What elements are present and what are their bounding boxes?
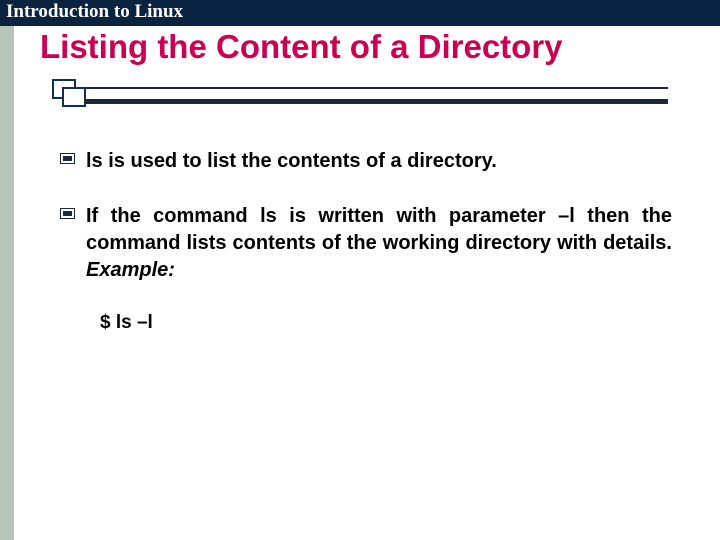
bullet-item: If the command ls is written with parame…: [60, 203, 672, 284]
title-rule-thick: [86, 99, 668, 104]
left-accent-bar: [0, 26, 14, 540]
bullet-icon: [60, 153, 75, 164]
title-rule-thin: [86, 87, 668, 89]
title-bar: Introduction to Linux: [0, 0, 720, 26]
bullet-text: If the command ls is written with parame…: [86, 203, 672, 284]
slide: Introduction to Linux Listing the Conten…: [0, 0, 720, 540]
example-command: $ ls –l: [100, 312, 672, 334]
body-content: ls is used to list the contents of a dir…: [60, 148, 672, 334]
example-label: Example:: [86, 259, 175, 281]
course-title: Introduction to Linux: [6, 1, 183, 23]
page-title: Listing the Content of a Directory: [40, 30, 700, 65]
bullet-icon: [60, 208, 75, 219]
bullet-text-main: If the command ls is written with parame…: [86, 205, 672, 254]
bullet-item: ls is used to list the contents of a dir…: [60, 148, 672, 175]
bullet-text: ls is used to list the contents of a dir…: [86, 148, 672, 175]
